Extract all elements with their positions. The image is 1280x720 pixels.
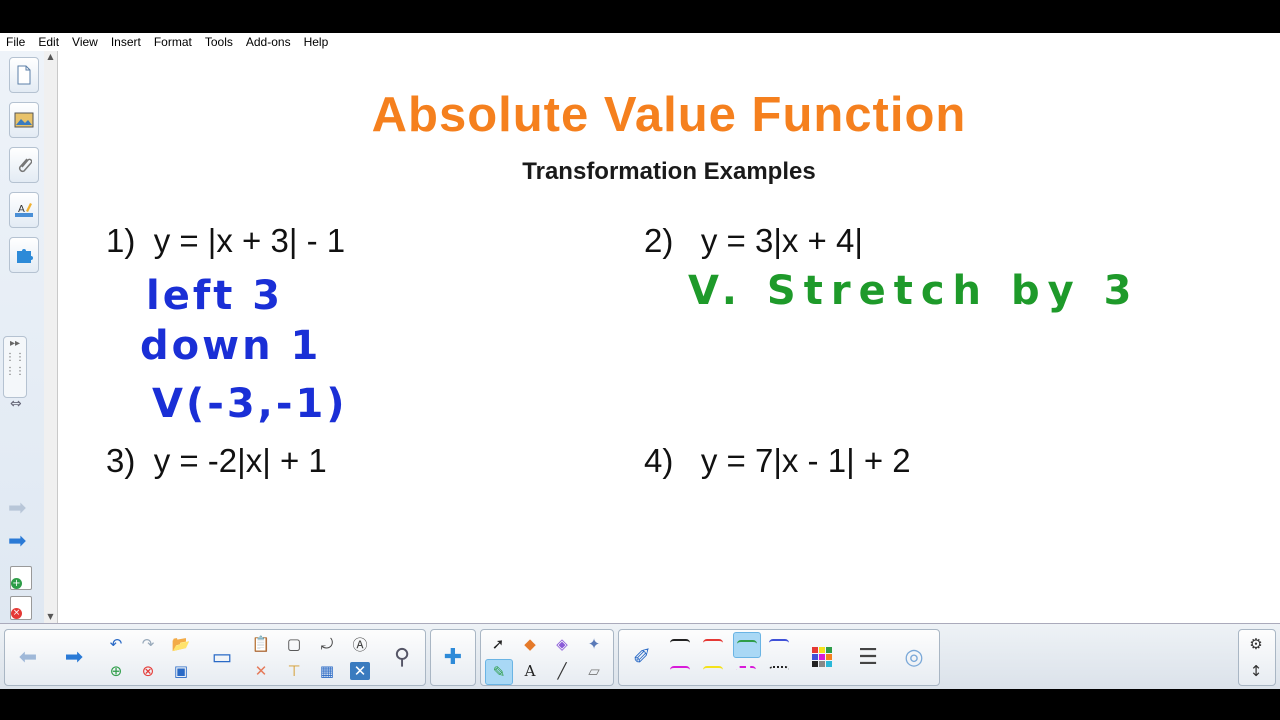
problem-number: 3): [106, 442, 136, 479]
next-page-icon[interactable]: ➡: [57, 632, 91, 682]
save-icon[interactable]: ▣: [168, 659, 194, 683]
delete-page-icon[interactable]: ×: [10, 596, 32, 620]
camera-icon[interactable]: ▢: [281, 632, 307, 656]
smart-notebook-window: File Edit View Insert Format Tools Add-o…: [0, 33, 1280, 689]
problem-4: 4) y = 7|x - 1| + 2: [644, 442, 911, 480]
handwriting-vertex[interactable]: V(-3,-1): [152, 381, 348, 427]
problem-equation: y = |x + 3| - 1: [153, 222, 346, 259]
notebook-page[interactable]: Absolute Value Function Transformation E…: [58, 51, 1280, 623]
shape-eraser-icon[interactable]: ▱: [581, 659, 607, 683]
color-palette-icon[interactable]: [805, 632, 839, 682]
next-page-arrow-icon[interactable]: ➡: [8, 529, 26, 554]
problem-2: 2) y = 3|x + 4|: [644, 222, 863, 260]
menu-format[interactable]: Format: [148, 35, 199, 49]
pen-magenta-icon[interactable]: [667, 659, 693, 683]
delete-icon[interactable]: ✕: [248, 659, 274, 683]
previous-page-icon[interactable]: ⬅: [11, 632, 45, 682]
problem-equation: y = 3|x + 4|: [700, 222, 863, 259]
toolbar-group-tools: ➚ ◆ ◈ ✦ ✎ A ╱ ▱: [480, 629, 614, 686]
problem-3: 3) y = -2|x| + 1: [106, 442, 327, 480]
gallery-icon[interactable]: [9, 102, 39, 138]
problem-1: 1) y = |x + 3| - 1: [106, 222, 345, 260]
problem-equation: y = -2|x| + 1: [153, 442, 327, 479]
undo-icon[interactable]: ↶: [103, 632, 129, 656]
add-page-icon[interactable]: ⊕: [103, 659, 129, 683]
bottom-toolbar: ⬅ ➡ ↶ ↷ 📂 ⊕ ⊗ ▣ ▭ 📋 ▢ ⤾ Ⓐ ✕ ⊤ ▦ ✕ ⚲ ✚ ➚ …: [0, 623, 1280, 689]
menu-help[interactable]: Help: [298, 35, 336, 49]
rotate-icon[interactable]: ⤾: [314, 632, 340, 656]
pen-green-icon[interactable]: [733, 632, 761, 658]
pen-red-icon[interactable]: [700, 632, 726, 656]
vertical-scrollbar[interactable]: ▲ ▼: [44, 51, 58, 623]
magic-pen-icon[interactable]: ✦: [581, 632, 607, 656]
menu-view[interactable]: View: [66, 35, 105, 49]
scroll-down-icon[interactable]: ▼: [44, 611, 57, 623]
menu-file[interactable]: File: [0, 35, 32, 49]
line-style-icon[interactable]: ☰: [851, 632, 885, 682]
toolbar-move-icon[interactable]: ↕: [1243, 659, 1269, 683]
sidebar-grip[interactable]: ▸▸ ⋮⋮ ⋮⋮: [3, 336, 27, 398]
recognize-icon[interactable]: Ⓐ: [347, 632, 373, 656]
page-sorter-icon[interactable]: [9, 57, 39, 93]
problem-number: 1): [106, 222, 136, 259]
pen-blue-icon[interactable]: [766, 632, 792, 656]
open-icon[interactable]: 📂: [168, 632, 194, 656]
addons-icon[interactable]: [9, 237, 39, 273]
problem-equation: y = 7|x - 1| + 2: [700, 442, 911, 479]
page-subtitle: Transformation Examples: [522, 158, 816, 185]
select-icon[interactable]: ➚: [485, 632, 511, 656]
pen-type-icon[interactable]: ✐: [625, 632, 659, 682]
toolbar-group-settings: ⚙ ↕: [1238, 629, 1276, 686]
menu-addons[interactable]: Add-ons: [240, 35, 298, 49]
add-page-icon[interactable]: +: [10, 566, 32, 590]
menu-bar: File Edit View Insert Format Tools Add-o…: [0, 33, 1280, 51]
resize-icon[interactable]: ⇔: [10, 396, 22, 412]
attachments-icon[interactable]: [9, 147, 39, 183]
pen-yellow-icon[interactable]: [700, 659, 726, 683]
pen-icon[interactable]: ✎: [485, 659, 513, 685]
problem-number: 4): [644, 442, 674, 479]
toolbar-group-addons: ✚: [430, 629, 476, 686]
delete-page-icon[interactable]: ⊗: [135, 659, 161, 683]
screen-icon[interactable]: ⊤: [281, 659, 307, 683]
settings-icon[interactable]: ⚙: [1243, 632, 1269, 656]
transparency-icon[interactable]: ◎: [897, 632, 931, 682]
handwriting-down-1[interactable]: down 1: [140, 323, 321, 369]
properties-icon[interactable]: A: [9, 192, 39, 228]
fill-icon[interactable]: ◆: [517, 632, 543, 656]
eraser-icon[interactable]: ◈: [549, 632, 575, 656]
page-title: Absolute Value Function: [371, 88, 967, 142]
menu-insert[interactable]: Insert: [105, 35, 148, 49]
handwriting-vertical-stretch[interactable]: V. Stretch by 3: [688, 268, 1139, 314]
puzzle-icon[interactable]: ✚: [436, 632, 470, 682]
toolbar-group-page: ⬅ ➡ ↶ ↷ 📂 ⊕ ⊗ ▣ ▭ 📋 ▢ ⤾ Ⓐ ✕ ⊤ ▦ ✕ ⚲: [4, 629, 426, 686]
previous-page-arrow-icon[interactable]: ➡: [8, 496, 26, 521]
screen-shade-icon[interactable]: ▭: [205, 632, 239, 682]
pen-black-dotted-icon[interactable]: [766, 659, 792, 683]
clear-icon[interactable]: ✕: [350, 662, 370, 680]
toolbar-group-pen-properties: ✐ ☰ ◎: [618, 629, 940, 686]
scroll-up-icon[interactable]: ▲: [44, 51, 57, 63]
document-camera-icon[interactable]: ⚲: [385, 632, 419, 682]
pen-black-icon[interactable]: [667, 632, 693, 656]
menu-tools[interactable]: Tools: [199, 35, 240, 49]
svg-text:A: A: [18, 204, 25, 215]
problem-number: 2): [644, 222, 674, 259]
paste-icon[interactable]: 📋: [248, 632, 274, 656]
side-panel: A ▸▸ ⋮⋮ ⋮⋮ ⇔ ➡ ➡ + ×: [0, 51, 45, 623]
text-icon[interactable]: A: [517, 659, 543, 683]
menu-edit[interactable]: Edit: [32, 35, 66, 49]
line-icon[interactable]: ╱: [549, 659, 575, 683]
redo-icon[interactable]: ↷: [135, 632, 161, 656]
pen-magenta-dashed-icon[interactable]: [733, 659, 759, 683]
handwriting-left-3[interactable]: left 3: [146, 273, 283, 319]
table-icon[interactable]: ▦: [314, 659, 340, 683]
